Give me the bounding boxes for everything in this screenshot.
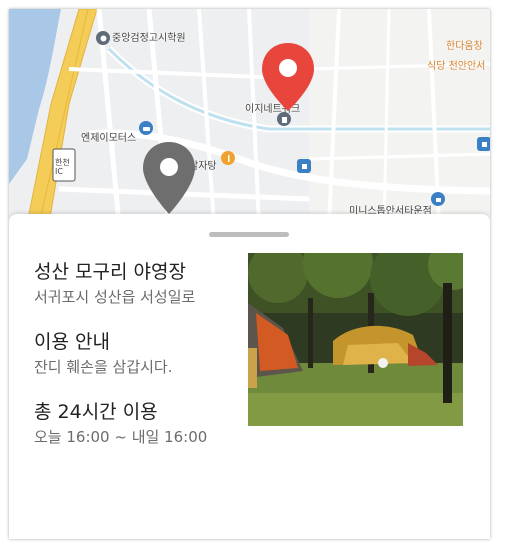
map-label-junction[interactable]: 한천IC	[55, 158, 73, 176]
place-block: 성산 모구리 야영장 서귀포시 성산읍 서성일로	[34, 259, 264, 307]
hours-range: 오늘 16:00 ~ 내일 16:00	[34, 428, 208, 446]
selected-location-pin-icon[interactable]	[259, 41, 317, 113]
hours-block: 총 24시간 이용 오늘 16:00 ~ 내일 16:00	[34, 399, 264, 447]
app-frame: 중앙검정고시학원 이지네트워크 엔제이모터스 한천IC 감자탕 미니스톱안서타운…	[9, 9, 490, 539]
building-poi-icon[interactable]	[277, 112, 291, 126]
bus-stop-icon-right[interactable]	[477, 137, 490, 151]
campsite-photo[interactable]	[248, 253, 463, 426]
bus-stop-icon[interactable]	[297, 159, 311, 173]
map-label-motors[interactable]: 엔제이모터스	[81, 129, 136, 144]
store-poi-icon[interactable]	[431, 192, 445, 206]
place-detail-sheet[interactable]: 성산 모구리 야영장 서귀포시 성산읍 서성일로 이용 안내 잔디 훼손을 삼갑…	[9, 214, 490, 539]
map-label-school[interactable]: 중앙검정고시학원	[112, 29, 186, 44]
sheet-drag-handle[interactable]	[209, 232, 289, 237]
restaurant-poi-icon[interactable]	[221, 151, 235, 165]
map-label-top-right-1[interactable]: 한다움창	[446, 37, 483, 52]
usage-notice: 잔디 훼손을 삼갑시다.	[34, 358, 173, 376]
place-name: 성산 모구리 야영장	[34, 261, 186, 283]
usage-block: 이용 안내 잔디 훼손을 삼갑시다.	[34, 329, 264, 377]
usage-title: 이용 안내	[34, 331, 110, 353]
location-pin-icon[interactable]	[141, 140, 197, 216]
hours-title: 총 24시간 이용	[34, 401, 158, 423]
school-poi-icon[interactable]	[96, 31, 110, 45]
map-label-top-right-2[interactable]: 식당 천안안서	[427, 57, 485, 72]
place-info: 성산 모구리 야영장 서귀포시 성산읍 서성일로 이용 안내 잔디 훼손을 삼갑…	[34, 259, 264, 469]
map-canvas[interactable]	[9, 9, 490, 224]
map-view[interactable]: 중앙검정고시학원 이지네트워크 엔제이모터스 한천IC 감자탕 미니스톱안서타운…	[9, 9, 490, 224]
place-address: 서귀포시 성산읍 서성일로	[34, 288, 196, 306]
car-poi-icon[interactable]	[139, 121, 153, 135]
